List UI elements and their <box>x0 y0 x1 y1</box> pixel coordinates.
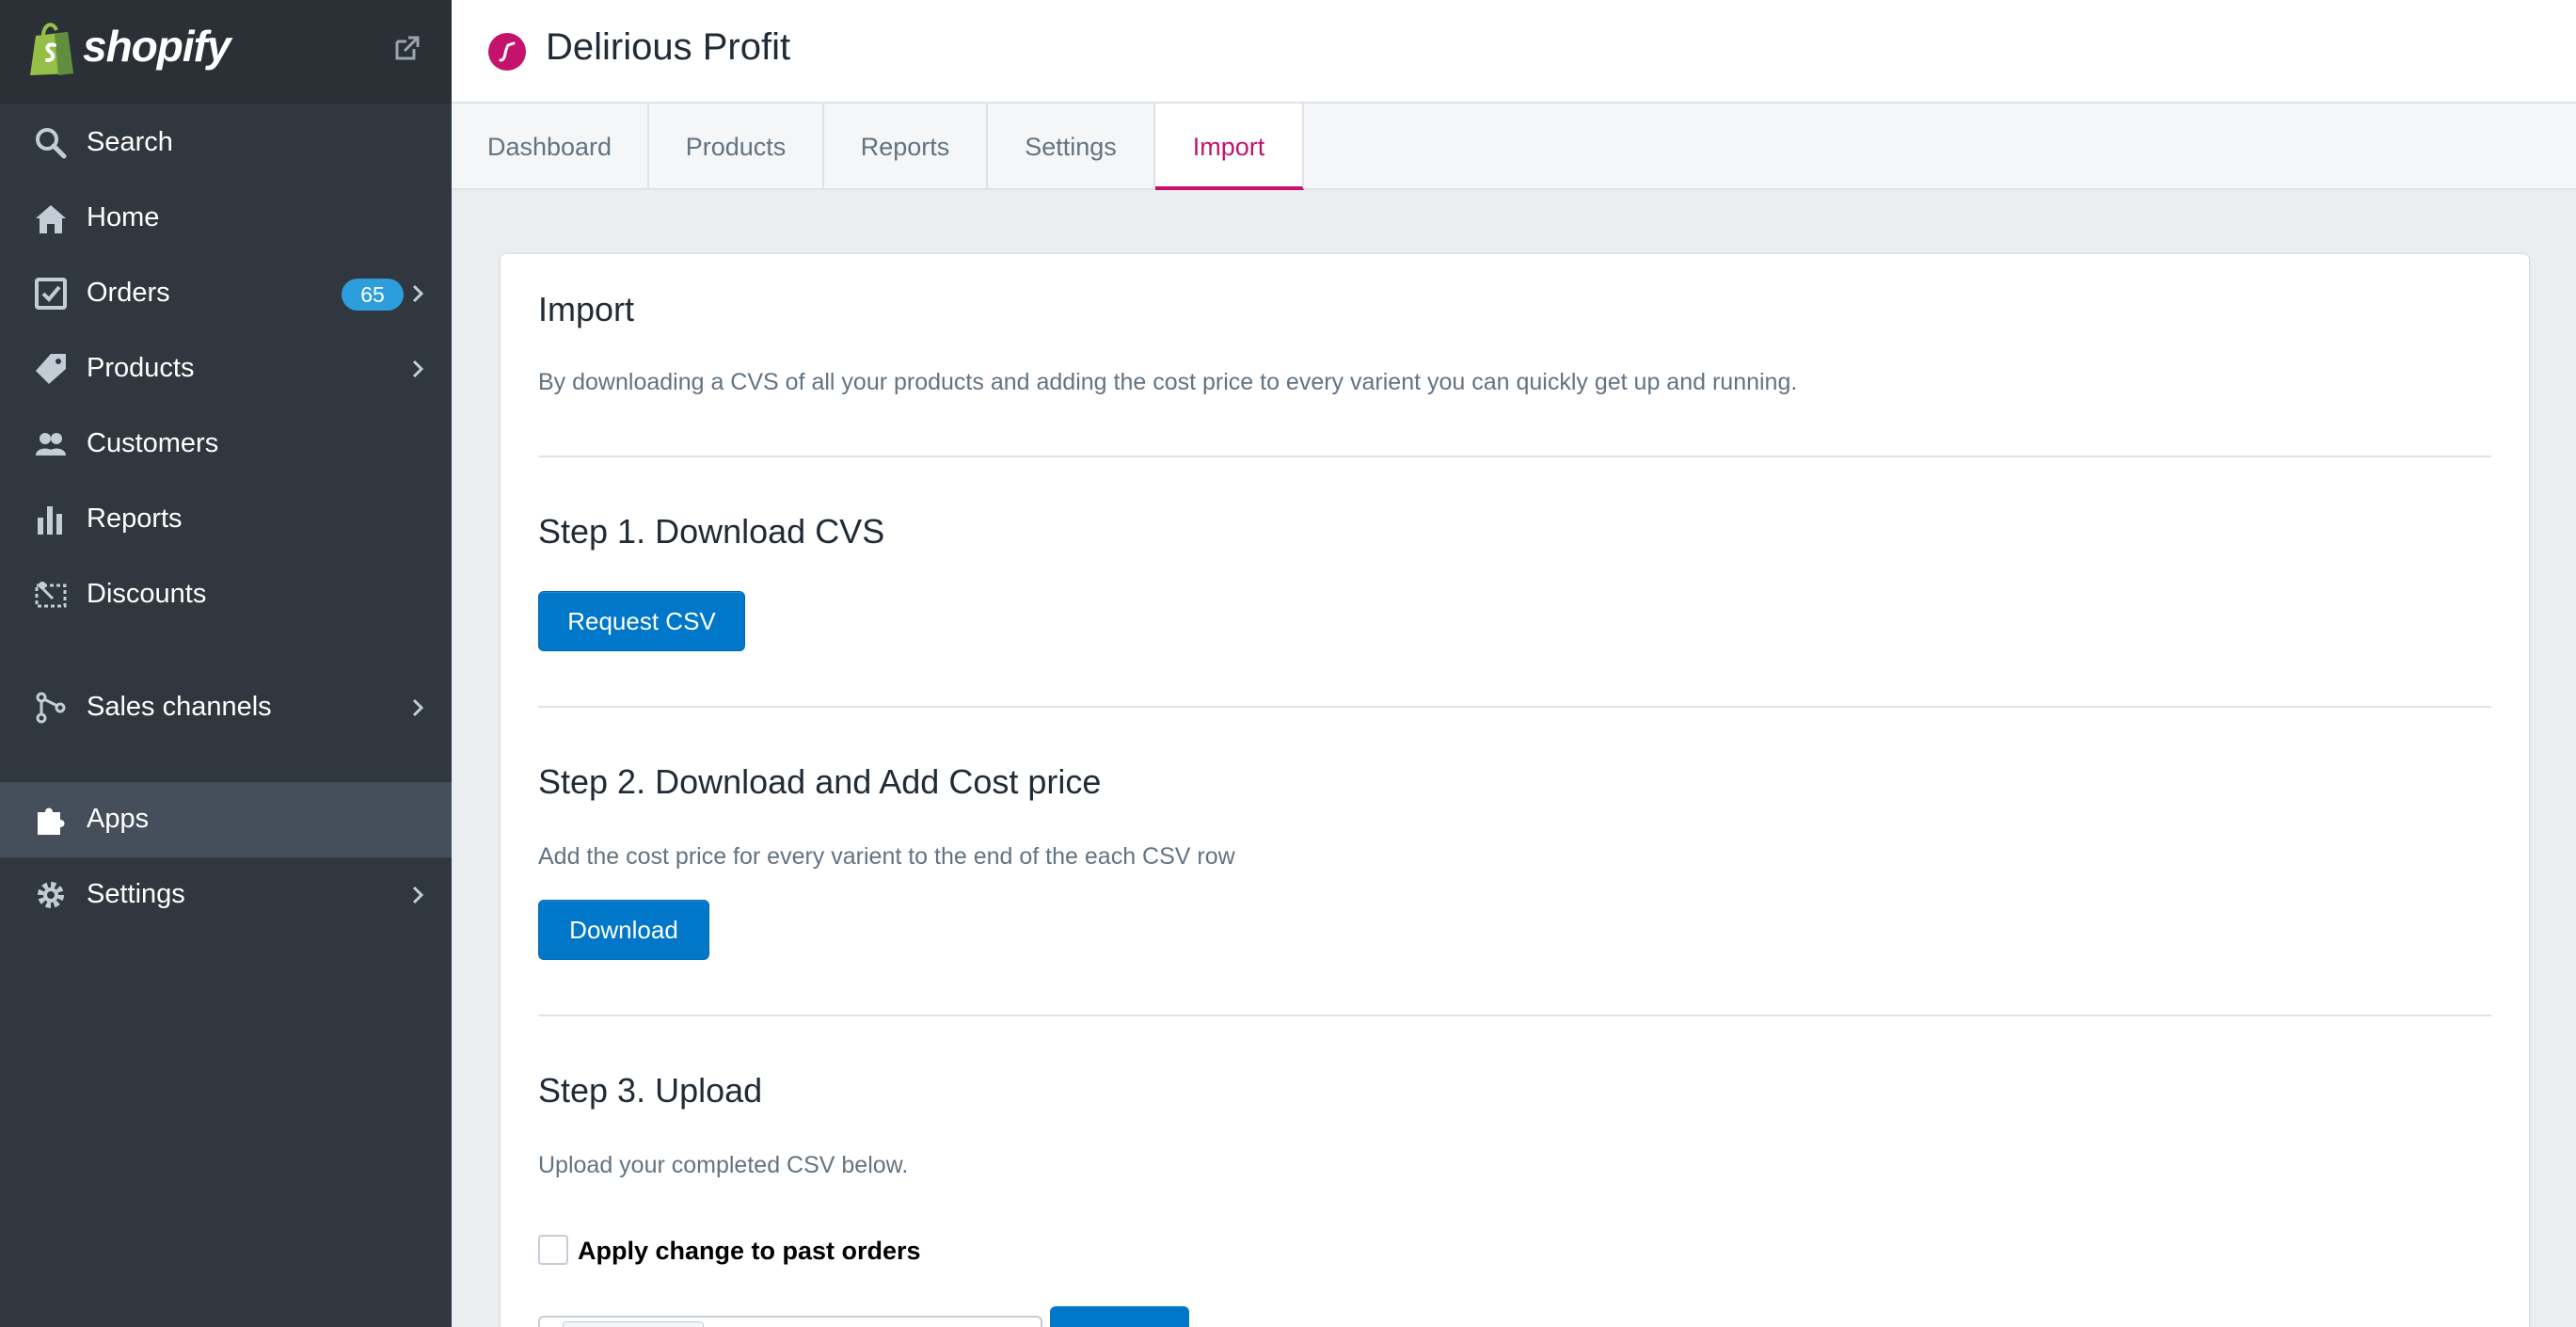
channels-icon <box>36 692 66 724</box>
tab-settings[interactable]: Settings <box>988 104 1155 190</box>
divider <box>538 1015 2491 1016</box>
discount-icon <box>35 582 67 608</box>
import-card: Import By downloading a CVS of all your … <box>501 254 2529 1327</box>
download-button[interactable]: Download <box>538 900 709 960</box>
divider <box>538 456 2491 457</box>
sidebar-item-apps[interactable]: Apps <box>0 782 452 857</box>
divider <box>538 706 2491 708</box>
sidebar-item-label: Orders <box>87 278 170 308</box>
sidebar-item-label: Customers <box>87 428 219 458</box>
chevron-right-icon <box>412 698 424 717</box>
sidebar-item-label: Search <box>87 127 173 157</box>
tab-dashboard[interactable]: Dashboard <box>452 104 649 190</box>
sidebar-item-label: Discounts <box>87 579 207 609</box>
apply-past-orders-checkbox[interactable] <box>538 1235 568 1265</box>
step2-title: Step 2. Download and Add Cost price <box>538 762 1102 801</box>
sidebar-item-label: Settings <box>87 879 185 909</box>
step2-description: Add the cost price for every varient to … <box>538 843 1235 870</box>
shopify-logo-icon <box>30 23 73 75</box>
orders-icon <box>35 278 67 310</box>
tab-bar: Dashboard Products Reports Settings Impo… <box>452 104 2576 190</box>
choose-file-button[interactable] <box>563 1321 704 1327</box>
step1-title: Step 1. Download CVS <box>538 512 885 551</box>
gear-icon <box>38 882 64 908</box>
sidebar-item-sales-channels[interactable]: Sales channels <box>0 670 452 745</box>
import-description: By downloading a CVS of all your product… <box>538 369 1798 395</box>
sidebar-item-label: Reports <box>87 504 183 534</box>
chevron-right-icon <box>412 360 424 378</box>
home-icon <box>36 205 66 233</box>
tab-import[interactable]: Import <box>1155 104 1304 190</box>
sidebar-item-settings[interactable]: Settings <box>0 857 452 933</box>
app-title: Delirious Profit <box>546 26 791 68</box>
sidebar-item-home[interactable]: Home <box>0 181 452 256</box>
sidebar-item-products[interactable]: Products <box>0 331 452 407</box>
bar-chart-icon <box>38 506 62 535</box>
sidebar-header: shopify <box>0 0 452 104</box>
sidebar-item-label: Sales channels <box>87 692 272 722</box>
card-title: Import <box>538 290 635 328</box>
sidebar-item-discounts[interactable]: Discounts <box>0 557 452 632</box>
brand-name: shopify <box>83 22 231 71</box>
sidebar-item-label: Apps <box>87 804 150 834</box>
chevron-right-icon <box>412 886 424 904</box>
app-logo-icon <box>488 33 526 71</box>
puzzle-icon <box>38 807 65 835</box>
sidebar-item-label: Products <box>87 353 195 383</box>
step3-title: Step 3. Upload <box>538 1071 763 1110</box>
sidebar-item-search[interactable]: Search <box>0 105 452 181</box>
external-link-icon[interactable] <box>393 34 421 62</box>
csv-file-input[interactable] <box>538 1316 1042 1327</box>
tab-products[interactable]: Products <box>649 104 824 190</box>
app-header: Delirious Profit <box>452 0 2576 104</box>
sidebar: shopify Search Home Orders 65 Products C… <box>0 0 452 1327</box>
tag-icon <box>36 354 66 384</box>
tab-reports[interactable]: Reports <box>824 104 988 190</box>
sidebar-item-orders[interactable]: Orders 65 <box>0 256 452 331</box>
chevron-right-icon <box>412 284 424 303</box>
sidebar-item-label: Home <box>87 202 160 232</box>
upload-button[interactable] <box>1050 1306 1189 1327</box>
step3-description: Upload your completed CSV below. <box>538 1152 909 1178</box>
customers-icon <box>36 433 66 456</box>
apply-past-orders-label: Apply change to past orders <box>578 1237 921 1265</box>
orders-count-badge: 65 <box>342 279 404 311</box>
request-csv-button[interactable]: Request CSV <box>538 591 745 651</box>
search-icon <box>36 128 67 159</box>
sidebar-item-customers[interactable]: Customers <box>0 407 452 482</box>
sidebar-item-reports[interactable]: Reports <box>0 482 452 557</box>
